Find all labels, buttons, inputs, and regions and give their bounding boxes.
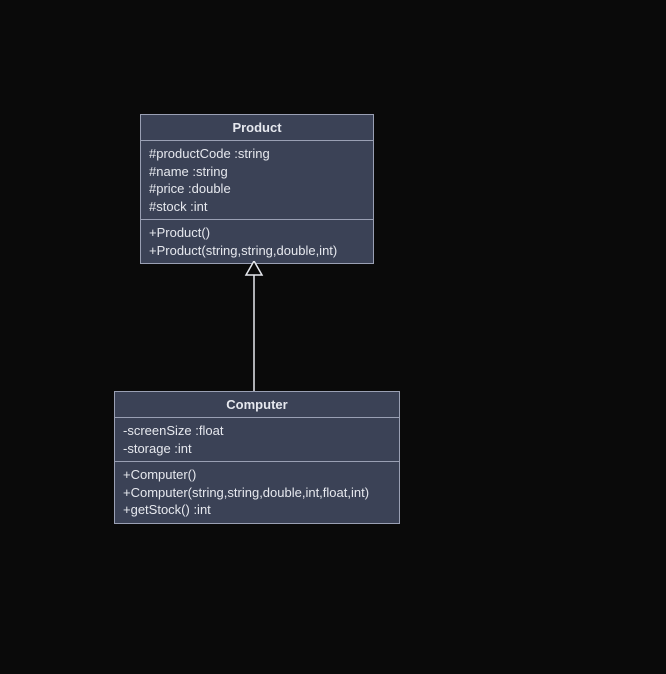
uml-operation: +Computer(string,string,double,int,float… bbox=[123, 484, 391, 502]
uml-operation: +Product(string,string,double,int) bbox=[149, 242, 365, 260]
uml-attribute: -screenSize :float bbox=[123, 422, 391, 440]
uml-class-product: Product #productCode :string #name :stri… bbox=[140, 114, 374, 264]
uml-attributes: -screenSize :float -storage :int bbox=[115, 418, 399, 462]
uml-attributes: #productCode :string #name :string #pric… bbox=[141, 141, 373, 220]
uml-attribute: #price :double bbox=[149, 180, 365, 198]
uml-attribute: -storage :int bbox=[123, 440, 391, 458]
uml-class-title: Product bbox=[141, 115, 373, 141]
uml-class-computer: Computer -screenSize :float -storage :in… bbox=[114, 391, 400, 524]
uml-attribute: #stock :int bbox=[149, 198, 365, 216]
uml-operation: +getStock() :int bbox=[123, 501, 391, 519]
generalization-arrow-icon bbox=[244, 261, 264, 391]
uml-operations: +Product() +Product(string,string,double… bbox=[141, 220, 373, 263]
uml-class-title: Computer bbox=[115, 392, 399, 418]
uml-operation: +Product() bbox=[149, 224, 365, 242]
uml-canvas: Product #productCode :string #name :stri… bbox=[0, 0, 666, 674]
uml-operation: +Computer() bbox=[123, 466, 391, 484]
uml-attribute: #productCode :string bbox=[149, 145, 365, 163]
uml-operations: +Computer() +Computer(string,string,doub… bbox=[115, 462, 399, 523]
uml-attribute: #name :string bbox=[149, 163, 365, 181]
